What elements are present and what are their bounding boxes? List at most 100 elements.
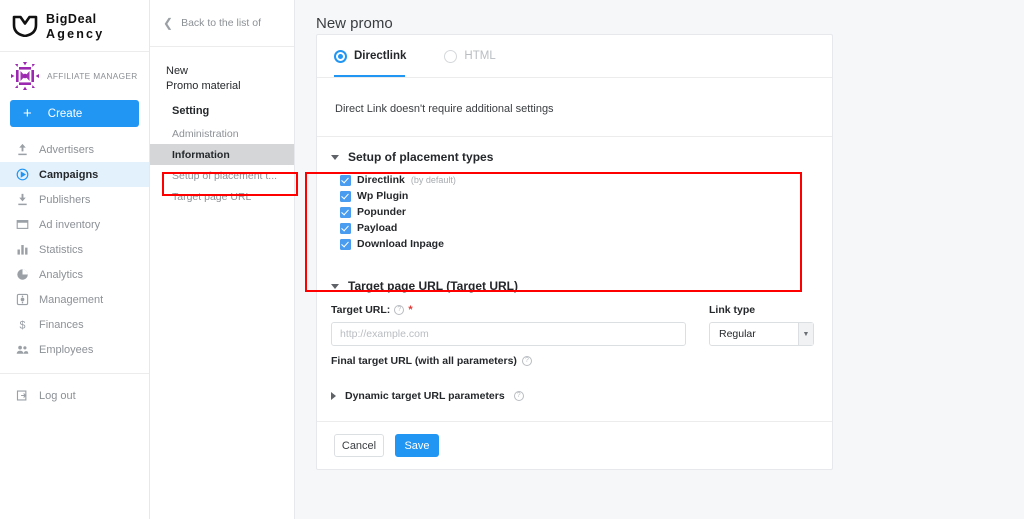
checkbox-checked-icon[interactable] <box>340 222 351 234</box>
checkbox-checked-icon[interactable] <box>340 206 351 218</box>
window-card-icon <box>16 218 29 231</box>
caret-right-icon <box>331 392 336 400</box>
sidebar-item-label: Publishers <box>39 193 91 206</box>
sidebar-item-employees[interactable]: Employees <box>0 337 149 362</box>
tree-title-line1: New <box>166 65 189 77</box>
sidebar-item-advertisers[interactable]: Advertisers <box>0 137 149 162</box>
chevron-left-icon: ❮ <box>163 16 174 30</box>
create-button-label: Create <box>47 107 83 120</box>
tab-html[interactable]: HTML <box>444 49 496 63</box>
tree-item-administration[interactable]: Administration <box>150 123 294 144</box>
checkbox-label: Wp Plugin <box>357 190 409 202</box>
new-promo-card: Directlink HTML Direct Link doesn't requ… <box>316 34 833 470</box>
left-sidebar: BigDeal Agency AFFILIATE MANAGER + Creat… <box>0 0 150 519</box>
link-type-select[interactable]: Regular ▼ <box>709 322 814 346</box>
section-title: Target page URL (Target URL) <box>348 279 519 293</box>
people-icon <box>16 343 29 356</box>
sidebar-divider <box>0 373 149 374</box>
setup-of-placement-types-section: Setup of placement types Directlink (by … <box>317 137 832 252</box>
sidebar-item-publishers[interactable]: Publishers <box>0 187 149 212</box>
brand-line2: Agency <box>46 27 105 42</box>
secondary-nav-panel: ❮ Back to the list of New Promo material… <box>150 0 295 519</box>
help-circle-icon[interactable]: ? <box>394 305 405 315</box>
tab-label: Directlink <box>354 50 407 62</box>
sidebar-item-ad-inventory[interactable]: Ad inventory <box>0 212 149 237</box>
logout-arrow-icon <box>16 389 29 402</box>
settings-box-icon <box>16 293 29 306</box>
link-type-value: Regular <box>719 328 756 340</box>
back-to-list-link[interactable]: ❮ Back to the list of <box>150 0 294 47</box>
target-url-column: Target URL: ? * <box>331 304 709 346</box>
main-content: New promo Directlink HTML Direct Link do… <box>295 0 1024 519</box>
app-root: BigDeal Agency AFFILIATE MANAGER + Creat… <box>0 0 1024 519</box>
cancel-button[interactable]: Cancel <box>334 434 384 457</box>
play-circle-icon <box>16 168 29 181</box>
checkbox-row-payload[interactable]: Payload <box>340 220 832 236</box>
sidebar-item-management[interactable]: Management <box>0 287 149 312</box>
bar-chart-icon <box>16 243 29 256</box>
checkbox-checked-icon[interactable] <box>340 190 351 202</box>
tree-group-setting: Setting <box>172 105 210 118</box>
download-arrow-icon <box>16 193 29 206</box>
sidebar-item-finances[interactable]: $ Finances <box>0 312 149 337</box>
sidebar-nav: Advertisers Campaigns Publishers Ad inve… <box>0 135 149 408</box>
target-url-label: Target URL: <box>331 304 391 316</box>
chevron-down-icon[interactable]: ▼ <box>798 323 813 345</box>
caret-down-icon <box>331 154 339 160</box>
promo-nav-tree: New Promo material Setting Administratio… <box>150 47 294 207</box>
promo-type-tabs: Directlink HTML <box>317 35 832 77</box>
checkbox-note: (by default) <box>410 175 456 185</box>
brand-line1: BigDeal <box>46 11 97 26</box>
brand-header[interactable]: BigDeal Agency <box>0 0 149 52</box>
checkbox-label: Directlink <box>357 174 405 186</box>
sidebar-item-analytics[interactable]: Analytics <box>0 262 149 287</box>
back-to-list-label: Back to the list of <box>181 17 262 29</box>
setup-of-placement-types-header[interactable]: Setup of placement types <box>331 150 832 164</box>
tab-directlink[interactable]: Directlink <box>334 49 407 63</box>
sidebar-item-label: Advertisers <box>39 143 95 156</box>
tree-item-target-page-url[interactable]: Target page URL <box>150 186 294 207</box>
target-page-url-header[interactable]: Target page URL (Target URL) <box>331 279 832 293</box>
target-url-input[interactable] <box>331 322 686 346</box>
target-page-url-section: Target page URL (Target URL) <box>317 252 832 293</box>
checkbox-row-download-inpage[interactable]: Download Inpage <box>340 236 832 252</box>
tree-item-setup-of-placement-types[interactable]: Setup of placement t... <box>150 165 294 186</box>
card-footer-actions: Cancel Save <box>317 421 832 469</box>
sidebar-item-statistics[interactable]: Statistics <box>0 237 149 262</box>
checkbox-checked-icon[interactable] <box>340 238 351 250</box>
tab-body-text: Direct Link doesn't require additional s… <box>317 78 832 137</box>
sidebar-item-label: Analytics <box>39 268 84 281</box>
radio-unselected-icon <box>444 49 458 63</box>
brand-text: BigDeal Agency <box>46 10 104 42</box>
dynamic-target-url-parameters-label: Dynamic target URL parameters <box>345 390 505 402</box>
checkbox-row-popunder[interactable]: Popunder <box>340 204 832 220</box>
sidebar-item-label: Log out <box>39 389 76 402</box>
plus-icon: + <box>23 105 32 122</box>
create-button[interactable]: + Create <box>10 100 139 127</box>
checkbox-row-directlink[interactable]: Directlink (by default) <box>340 172 832 188</box>
tree-title-line2: Promo material <box>166 79 241 92</box>
help-circle-icon[interactable]: ? <box>521 356 532 366</box>
tree-item-label: Setup of placement t... <box>172 169 278 182</box>
checkbox-checked-icon[interactable] <box>340 174 351 186</box>
sidebar-item-label: Management <box>39 293 104 306</box>
checkbox-row-wp-plugin[interactable]: Wp Plugin <box>340 188 832 204</box>
target-url-form-row: Target URL: ? * Link type Regular ▼ <box>317 293 832 346</box>
bigdeal-shield-logo-icon <box>12 15 38 37</box>
sidebar-item-label: Finances <box>39 318 84 331</box>
sidebar-item-logout[interactable]: Log out <box>0 383 149 408</box>
affiliate-manager-row: AFFILIATE MANAGER <box>0 52 149 95</box>
checkbox-label: Download Inpage <box>357 238 444 250</box>
tree-item-information[interactable]: Information <box>150 144 294 166</box>
tree-item-label: Administration <box>172 127 239 140</box>
radio-selected-icon <box>334 49 347 63</box>
checkbox-label: Popunder <box>357 206 406 218</box>
dynamic-target-url-parameters-row[interactable]: Dynamic target URL parameters ? <box>317 367 832 402</box>
sidebar-item-label: Statistics <box>39 243 84 256</box>
help-circle-icon[interactable]: ? <box>513 391 524 401</box>
save-button[interactable]: Save <box>395 434 439 457</box>
tree-item-label: Information <box>172 148 230 161</box>
required-asterisk: * <box>408 304 413 316</box>
sidebar-item-campaigns[interactable]: Campaigns <box>0 162 149 187</box>
section-title: Setup of placement types <box>348 150 494 164</box>
